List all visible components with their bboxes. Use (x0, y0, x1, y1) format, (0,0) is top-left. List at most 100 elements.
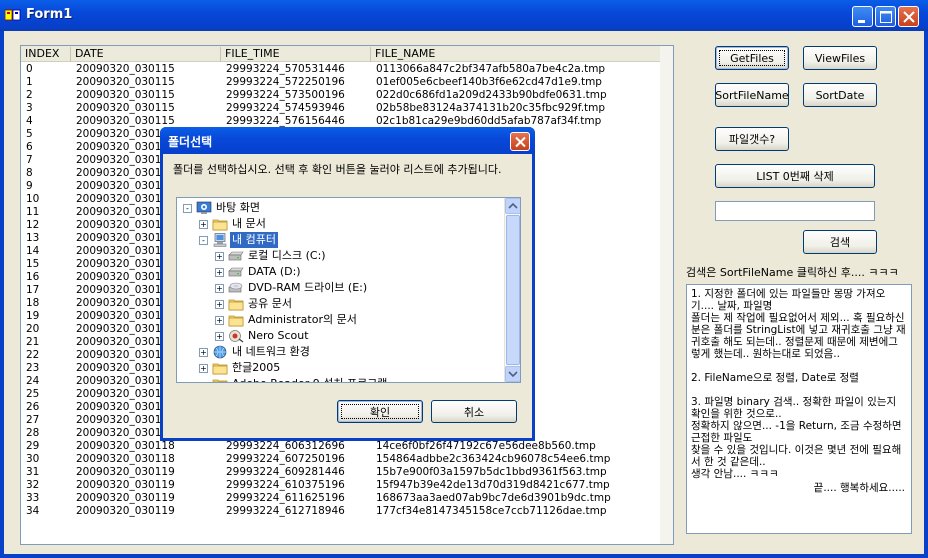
tree-item[interactable]: + 한글2005 (177, 360, 505, 376)
cell-date: 20090320_030119 (76, 492, 175, 504)
desktop-icon (196, 201, 212, 215)
table-row[interactable]: 34 20090320_030119 29993224_612718946 177cf… (21, 505, 661, 518)
cell-index: 11 (26, 206, 40, 218)
column-header-date[interactable]: DATE (71, 47, 221, 62)
expand-icon[interactable]: + (199, 364, 208, 373)
search-hint-label: 검색은 SortFileName 클릭하신 후.... ㅋㅋㅋ (686, 266, 899, 279)
folder-icon (212, 217, 228, 231)
table-row[interactable]: 0 20090320_030115 29993224_570531446 011306… (21, 63, 661, 76)
network-icon (212, 345, 228, 359)
tree-item[interactable]: + Administrator의 문서 (177, 312, 505, 328)
dvd-drive-icon (228, 281, 244, 295)
cell-date: 20090320_030119 (76, 505, 175, 517)
memo-paragraph-4: 끝.... 행복하세요..... (813, 482, 905, 494)
file-count-button[interactable]: 파일갯수? (715, 127, 789, 151)
tree-item[interactable]: - 바탕 화면 (177, 200, 505, 216)
tree-item[interactable]: Adobe Reader 9 설치 프로그램 (177, 376, 505, 382)
expand-icon[interactable]: + (215, 300, 224, 309)
maximize-button[interactable] (875, 6, 896, 27)
expand-icon[interactable]: + (199, 348, 208, 357)
table-row[interactable]: 33 20090320_030119 29993224_611625196 16867… (21, 492, 661, 505)
dialog-body: 폴더를 선택하십시오. 선택 후 확인 버튼을 눌러야 리스트에 추가됩니다. … (163, 154, 532, 438)
cell-index: 23 (26, 362, 40, 374)
scroll-thumb[interactable] (506, 215, 520, 365)
dialog-title-bar[interactable]: 폴더선택 (160, 127, 535, 154)
scroll-down-button[interactable] (505, 366, 520, 382)
delete-first-item-button[interactable]: LIST 0번째 삭제 (715, 164, 875, 188)
cell-index: 12 (26, 219, 40, 231)
tree-item[interactable]: + 공유 문서 (177, 296, 505, 312)
list-header: INDEX DATE FILE_TIME FILE_NAME (21, 46, 661, 62)
cell-index: 17 (26, 284, 40, 296)
table-row[interactable]: 32 20090320_030119 29993224_610375196 15f94… (21, 479, 661, 492)
sortdate-button[interactable]: SortDate (803, 83, 877, 107)
ok-button[interactable]: 확인 (337, 400, 423, 423)
tree-item[interactable]: + 로컬 디스크 (C:) (177, 248, 505, 264)
cell-date: 20090320_030115 (76, 63, 175, 75)
viewfiles-button[interactable]: ViewFiles (803, 46, 877, 70)
table-row[interactable]: 30 20090320_030118 29993224_607250196 15486… (21, 453, 661, 466)
sortfilename-button[interactable]: SortFileName (715, 83, 789, 107)
tree-item-label: DVD-RAM 드라이브 (E:) (248, 281, 368, 294)
cell-index: 4 (26, 115, 33, 127)
tree-item[interactable]: - 내 컴퓨터 (177, 232, 505, 248)
getfiles-button[interactable]: GetFiles (715, 46, 789, 70)
column-header-index[interactable]: INDEX (21, 47, 71, 62)
cell-date: 20090320_030115 (76, 89, 175, 101)
tree-item-label: Administrator의 문서 (248, 313, 357, 326)
expand-icon[interactable]: + (215, 332, 224, 341)
folder-tree[interactable]: - 바탕 화면 + 내 문서 - 내 컴퓨터 + 로컬 디스크 (C:) + DATA (D:) +… (176, 197, 521, 383)
tree-item[interactable]: + DATA (D:) (177, 264, 505, 280)
column-header-file-time[interactable]: FILE_TIME (221, 47, 371, 62)
dialog-close-button[interactable] (510, 132, 530, 151)
expand-icon[interactable]: + (215, 316, 224, 325)
collapse-icon[interactable]: - (199, 236, 208, 245)
cell-index: 13 (26, 232, 40, 244)
folder-icon (212, 377, 228, 382)
expand-icon[interactable]: + (215, 268, 224, 277)
tree-scrollbar[interactable] (504, 198, 520, 382)
search-button[interactable]: 검색 (803, 230, 877, 254)
expand-icon[interactable]: + (215, 252, 224, 261)
table-row[interactable]: 29 20090320_030118 29993224_606312696 14ce6… (21, 440, 661, 453)
tree-item[interactable]: + 내 문서 (177, 216, 505, 232)
cell-date: 20090320_030115 (76, 76, 175, 88)
cell-file-name: 168673aa3aed07ab9bc7de6d3901b9dc.tmp (376, 492, 611, 504)
expand-icon[interactable]: + (215, 284, 224, 293)
list-scrollbar[interactable] (660, 46, 673, 544)
folder-icon (228, 297, 244, 311)
expand-icon[interactable]: + (199, 220, 208, 229)
table-row[interactable]: 2 20090320_030115 29993224_573500196 022d0c… (21, 89, 661, 102)
cell-index: 14 (26, 245, 40, 257)
close-icon (515, 136, 526, 148)
cell-index: 3 (26, 102, 33, 114)
table-row[interactable]: 1 20090320_030115 29993224_572250196 01ef00… (21, 76, 661, 89)
cancel-button[interactable]: 취소 (431, 400, 517, 423)
table-row[interactable]: 3 20090320_030115 29993224_574593946 02b58b… (21, 102, 661, 115)
minimize-button[interactable] (852, 6, 873, 27)
tree-item[interactable]: + DVD-RAM 드라이브 (E:) (177, 280, 505, 296)
title-bar[interactable]: Form1 (0, 0, 928, 31)
notes-memo[interactable]: 1. 지정한 폴더에 있는 파일들만 몽땅 가져오기.... 날짜, 파일명 폴… (686, 284, 912, 534)
close-button[interactable] (898, 6, 919, 27)
collapse-icon[interactable]: - (183, 204, 192, 213)
tree-item-label: 공유 문서 (248, 297, 292, 310)
cell-index: 7 (26, 154, 33, 166)
search-input[interactable] (715, 201, 875, 221)
tree-item[interactable]: + 내 네트워크 환경 (177, 344, 505, 360)
tree-item[interactable]: + Nero Scout (177, 328, 505, 344)
cell-index: 0 (26, 63, 33, 75)
cell-file-time: 29993224_573500196 (226, 89, 345, 101)
cell-file-time: 29993224_610375196 (226, 479, 345, 491)
cell-file-time: 29993224_572250196 (226, 76, 345, 88)
cell-file-name: 177cf34e8147345158ce7ccb71126dae.tmp (376, 505, 607, 517)
table-row[interactable]: 31 20090320_030119 29993224_609281446 15b7e… (21, 466, 661, 479)
scroll-up-button[interactable] (505, 198, 520, 214)
tree-item-label: 내 문서 (232, 217, 266, 230)
cell-index: 8 (26, 167, 33, 179)
cell-date: 20090320_030115 (76, 102, 175, 114)
cell-file-name: 154864adbbe2c363424cb96078c54ee6.tmp (376, 453, 611, 465)
cell-index: 31 (26, 466, 40, 478)
minimize-icon (858, 20, 865, 23)
column-header-file-name[interactable]: FILE_NAME (371, 47, 661, 62)
